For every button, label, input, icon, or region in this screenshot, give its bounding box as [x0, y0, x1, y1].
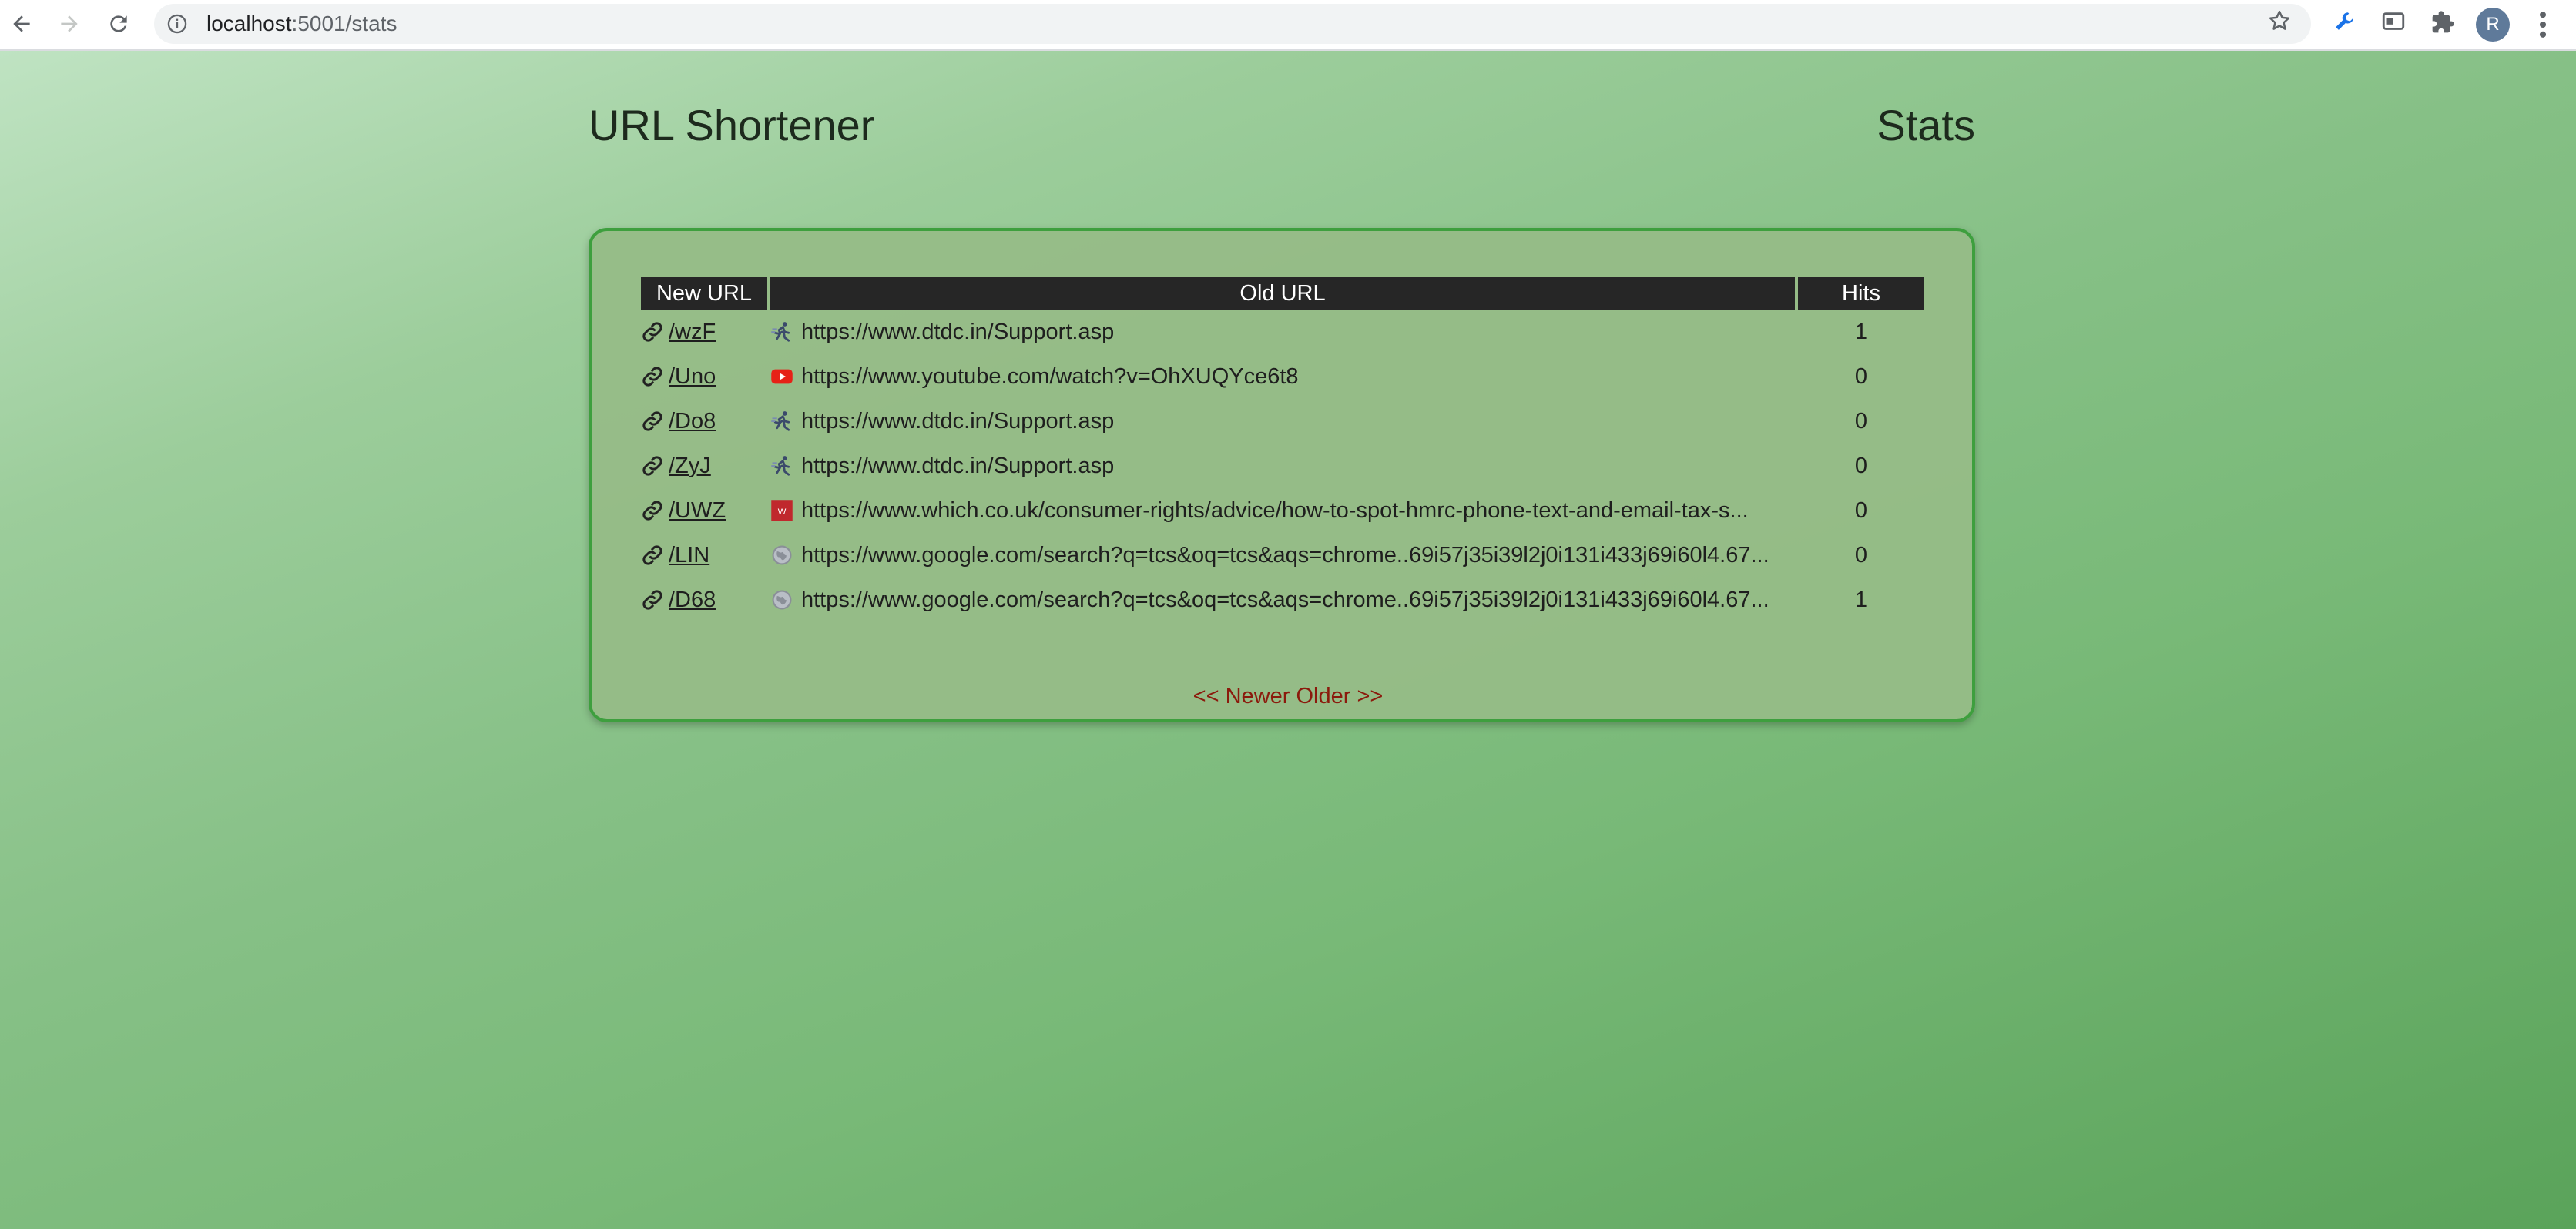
hits-cell: 1 — [1854, 587, 1868, 612]
old-url-cell: https://www.dtdc.in/Support.asp — [770, 399, 1795, 444]
site-title: URL Shortener — [589, 101, 875, 149]
old-url-text: https://www.dtdc.in/Support.asp — [801, 453, 1115, 478]
column-header-new-url: New URL — [641, 277, 767, 310]
new-url-cell: /UWZ — [641, 488, 767, 533]
short-url-link[interactable]: /Uno — [669, 364, 716, 390]
site-info-icon[interactable] — [166, 13, 188, 35]
page-body: URL Shortener Stats New URL Old URL Hits… — [0, 51, 2576, 1229]
link-icon — [642, 367, 662, 387]
dtdc-runner-icon — [770, 454, 793, 477]
old-url-text: https://www.dtdc.in/Support.asp — [801, 319, 1115, 344]
bookmark-star-icon[interactable] — [2268, 9, 2291, 32]
new-url-cell: /Do8 — [641, 399, 767, 444]
old-url-text: https://www.google.com/search?q=tcs&oq=t… — [801, 587, 1769, 612]
short-url-link[interactable]: /wzF — [669, 320, 716, 345]
old-url-text: https://www.dtdc.in/Support.asp — [801, 408, 1115, 434]
profile-avatar[interactable]: R — [2476, 8, 2510, 42]
reload-button[interactable] — [102, 7, 136, 41]
new-url-cell: /wzF — [641, 310, 767, 354]
new-url-cell: /Uno — [641, 354, 767, 399]
stats-nav-link[interactable]: Stats — [1877, 100, 1975, 150]
link-icon — [642, 545, 662, 565]
old-url-cell: https://www.youtube.com/watch?v=OhXUQYce… — [770, 354, 1795, 399]
old-url-cell: https://www.google.com/search?q=tcs&oq=t… — [770, 533, 1795, 578]
back-arrow-icon — [13, 15, 30, 32]
column-header-hits: Hits — [1798, 277, 1924, 310]
old-url-text: https://www.google.com/search?q=tcs&oq=t… — [801, 542, 1769, 568]
stats-table: New URL Old URL Hits /wzF https://www.dt… — [638, 277, 1927, 622]
globe-icon — [770, 544, 793, 567]
dtdc-runner-icon — [770, 410, 793, 433]
hits-cell: 0 — [1854, 363, 1868, 389]
table-row: /D68 https://www.google.com/search?q=tcs… — [641, 578, 1924, 622]
old-url-cell: W https://www.which.co.uk/consumer-right… — [770, 488, 1795, 533]
url-host: localhost — [206, 12, 292, 35]
hits-cell: 0 — [1854, 453, 1868, 478]
table-row: /ZyJ https://www.dtdc.in/Support.asp 0 — [641, 444, 1924, 488]
forward-arrow-icon — [61, 15, 78, 32]
new-url-cell: /ZyJ — [641, 444, 767, 488]
hits-cell: 0 — [1854, 497, 1868, 523]
url-path: :5001/stats — [291, 12, 397, 35]
hits-cell: 0 — [1854, 408, 1868, 434]
table-row: /Do8 https://www.dtdc.in/Support.asp 0 — [641, 399, 1924, 444]
short-url-link[interactable]: /Do8 — [669, 409, 716, 434]
old-url-text: https://www.youtube.com/watch?v=OhXUQYce… — [801, 363, 1299, 389]
old-url-cell: https://www.google.com/search?q=tcs&oq=t… — [770, 578, 1795, 622]
extensions-puzzle-icon[interactable] — [2430, 9, 2456, 35]
table-header-row: New URL Old URL Hits — [641, 277, 1924, 310]
browser-toolbar: localhost:5001/stats R — [0, 0, 2576, 51]
column-header-old-url: Old URL — [770, 277, 1795, 310]
old-url-cell: https://www.dtdc.in/Support.asp — [770, 310, 1795, 354]
which-icon: W — [770, 499, 793, 522]
hits-cell: 1 — [1854, 319, 1868, 344]
globe-icon — [770, 588, 793, 611]
new-url-cell: /D68 — [641, 578, 767, 622]
link-icon — [642, 411, 662, 431]
reload-icon — [110, 15, 127, 32]
table-row: /UWZ W https://www.which.co.uk/consumer-… — [641, 488, 1924, 533]
short-url-link[interactable]: /LIN — [669, 543, 709, 568]
short-url-link[interactable]: /ZyJ — [669, 454, 711, 479]
stats-panel: New URL Old URL Hits /wzF https://www.dt… — [589, 228, 1975, 722]
link-icon — [642, 501, 662, 521]
hits-cell: 0 — [1854, 542, 1868, 568]
url-text: localhost:5001/stats — [206, 4, 397, 44]
forward-button[interactable] — [52, 7, 86, 41]
link-icon — [642, 456, 662, 476]
old-url-cell: https://www.dtdc.in/Support.asp — [770, 444, 1795, 488]
youtube-icon — [770, 365, 793, 388]
short-url-link[interactable]: /D68 — [669, 588, 716, 613]
short-url-link[interactable]: /UWZ — [669, 498, 726, 524]
back-button[interactable] — [5, 7, 39, 41]
older-page-link[interactable]: Older >> — [1296, 684, 1383, 708]
link-icon — [642, 590, 662, 610]
pagination: << Newer Older >> — [0, 684, 2576, 709]
browser-menu-icon[interactable] — [2531, 8, 2554, 42]
table-row: /wzF https://www.dtdc.in/Support.asp 1 — [641, 310, 1924, 354]
extension-cast-icon[interactable] — [2380, 9, 2407, 35]
address-bar[interactable]: localhost:5001/stats — [154, 4, 2311, 44]
old-url-text: https://www.which.co.uk/consumer-rights/… — [801, 497, 1749, 523]
dtdc-runner-icon — [770, 320, 793, 343]
svg-text:W: W — [778, 507, 787, 517]
table-row: /Uno https://www.youtube.com/watch?v=OhX… — [641, 354, 1924, 399]
new-url-cell: /LIN — [641, 533, 767, 578]
table-row: /LIN https://www.google.com/search?q=tcs… — [641, 533, 1924, 578]
link-icon — [642, 322, 662, 342]
newer-page-link[interactable]: << Newer — [1193, 684, 1290, 708]
extension-wrench-icon[interactable] — [2333, 9, 2359, 35]
